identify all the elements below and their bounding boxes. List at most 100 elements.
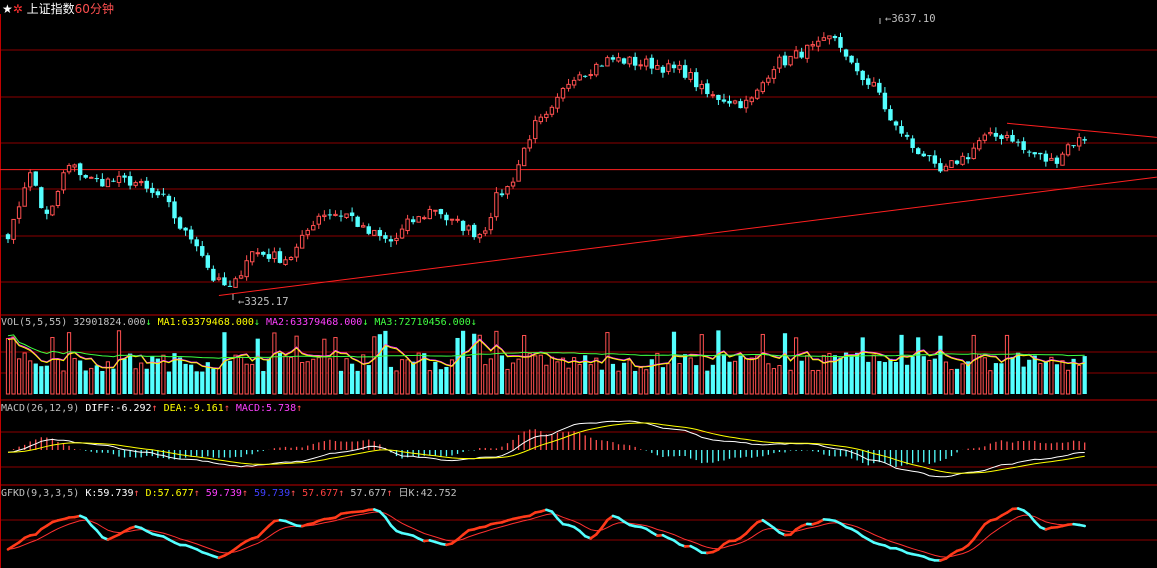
- candle-body: [105, 178, 111, 188]
- candle-body: [422, 217, 427, 220]
- candle-body: [927, 155, 932, 157]
- candle-body: [100, 178, 105, 187]
- candle-body: [616, 57, 621, 62]
- candle-body: [938, 163, 943, 172]
- candle: [527, 135, 532, 152]
- candle: [388, 235, 394, 248]
- volume-bar: [366, 365, 371, 394]
- volume-bar: [599, 369, 604, 394]
- candle: [150, 182, 155, 198]
- gfkd-name: GFKD(9,3,3,5): [1, 488, 80, 499]
- candle-body: [200, 246, 205, 256]
- candle-body: [594, 63, 599, 76]
- candle-body: [649, 57, 654, 69]
- candle: [666, 59, 671, 75]
- candle-body: [805, 44, 810, 59]
- volume-bar: [83, 370, 88, 394]
- candle: [854, 58, 860, 76]
- candle-body: [716, 94, 721, 100]
- candle: [333, 210, 338, 217]
- candle-body: [427, 208, 433, 220]
- candle: [705, 79, 710, 98]
- volume-bar: [78, 360, 83, 394]
- candle: [566, 78, 571, 92]
- candle: [871, 77, 876, 87]
- candle: [949, 160, 954, 169]
- low-price-label: ←3325.17: [238, 296, 289, 308]
- volume-bar: [683, 354, 688, 394]
- candle-body: [410, 219, 416, 223]
- candle-body: [44, 209, 50, 214]
- candle: [438, 208, 444, 219]
- macd-macd-value: 5.738: [266, 403, 297, 414]
- chart-canvas[interactable]: [0, 0, 1157, 568]
- candle-body: [1038, 152, 1043, 155]
- candle-body: [94, 178, 99, 180]
- candle: [94, 174, 99, 183]
- volume-bar: [960, 363, 965, 395]
- candle: [743, 95, 749, 113]
- volume-bar: [577, 363, 582, 395]
- candle: [766, 75, 771, 86]
- candle: [433, 209, 438, 216]
- candle: [960, 152, 965, 166]
- candle: [405, 214, 410, 235]
- candle-body: [333, 213, 338, 217]
- candlestick-series[interactable]: [5, 32, 1087, 288]
- vol-info-row: VOL(5,5,55) 32901824.000↓ MA1:63379468.0…: [1, 317, 477, 329]
- candle-body: [499, 193, 505, 196]
- candle-body: [832, 35, 838, 39]
- candle-body: [538, 116, 543, 123]
- candle: [927, 155, 932, 162]
- volume-bar: [144, 368, 149, 394]
- candle: [627, 56, 632, 68]
- volume-bar: [649, 359, 654, 394]
- candle: [588, 69, 593, 80]
- volume-bar: [621, 362, 627, 394]
- candle: [22, 182, 27, 207]
- candle: [866, 74, 871, 90]
- volume-bar: [1021, 366, 1026, 394]
- volume-bar: [427, 370, 432, 395]
- candle: [560, 86, 566, 102]
- gfkd-k-arrow: ↑: [133, 488, 140, 499]
- candle-body: [166, 195, 172, 203]
- gfkd-v5-arrow: ↑: [338, 488, 345, 499]
- candle: [916, 146, 921, 155]
- gear-icon[interactable]: ✲: [13, 2, 23, 16]
- volume-bar: [177, 357, 183, 394]
- period-label[interactable]: 60分钟: [75, 2, 114, 16]
- candle-body: [399, 228, 405, 239]
- candle-body: [555, 96, 560, 109]
- volume-bar: [1060, 360, 1065, 395]
- candle-body: [566, 83, 571, 89]
- candle-body: [810, 44, 815, 47]
- candle-body: [299, 234, 305, 249]
- candle: [755, 88, 760, 100]
- candle-body: [438, 209, 444, 215]
- macd-diff-label: DIFF:: [85, 403, 116, 414]
- macd-histogram[interactable]: [8, 429, 1086, 467]
- candle-body: [1060, 153, 1065, 166]
- volume-bar: [943, 361, 949, 395]
- volume-bar: [644, 369, 649, 395]
- volume-bar: [338, 370, 344, 394]
- candle: [571, 76, 577, 89]
- volume-bar: [5, 337, 11, 395]
- candle-body: [377, 230, 383, 236]
- volume-bar: [838, 357, 843, 394]
- volume-bar: [610, 363, 616, 394]
- volume-bar: [344, 358, 349, 395]
- volume-bar: [888, 358, 893, 394]
- candle-body: [655, 65, 660, 70]
- star-icon[interactable]: ★: [2, 2, 13, 16]
- candle: [105, 177, 111, 188]
- candle-body: [888, 109, 893, 121]
- candle-body: [588, 74, 593, 77]
- candle-body: [960, 155, 965, 165]
- candle: [782, 51, 788, 68]
- candle: [44, 206, 50, 220]
- candle: [577, 71, 582, 81]
- vol-ma3-label: MA3:: [374, 317, 399, 328]
- candle-body: [172, 201, 177, 219]
